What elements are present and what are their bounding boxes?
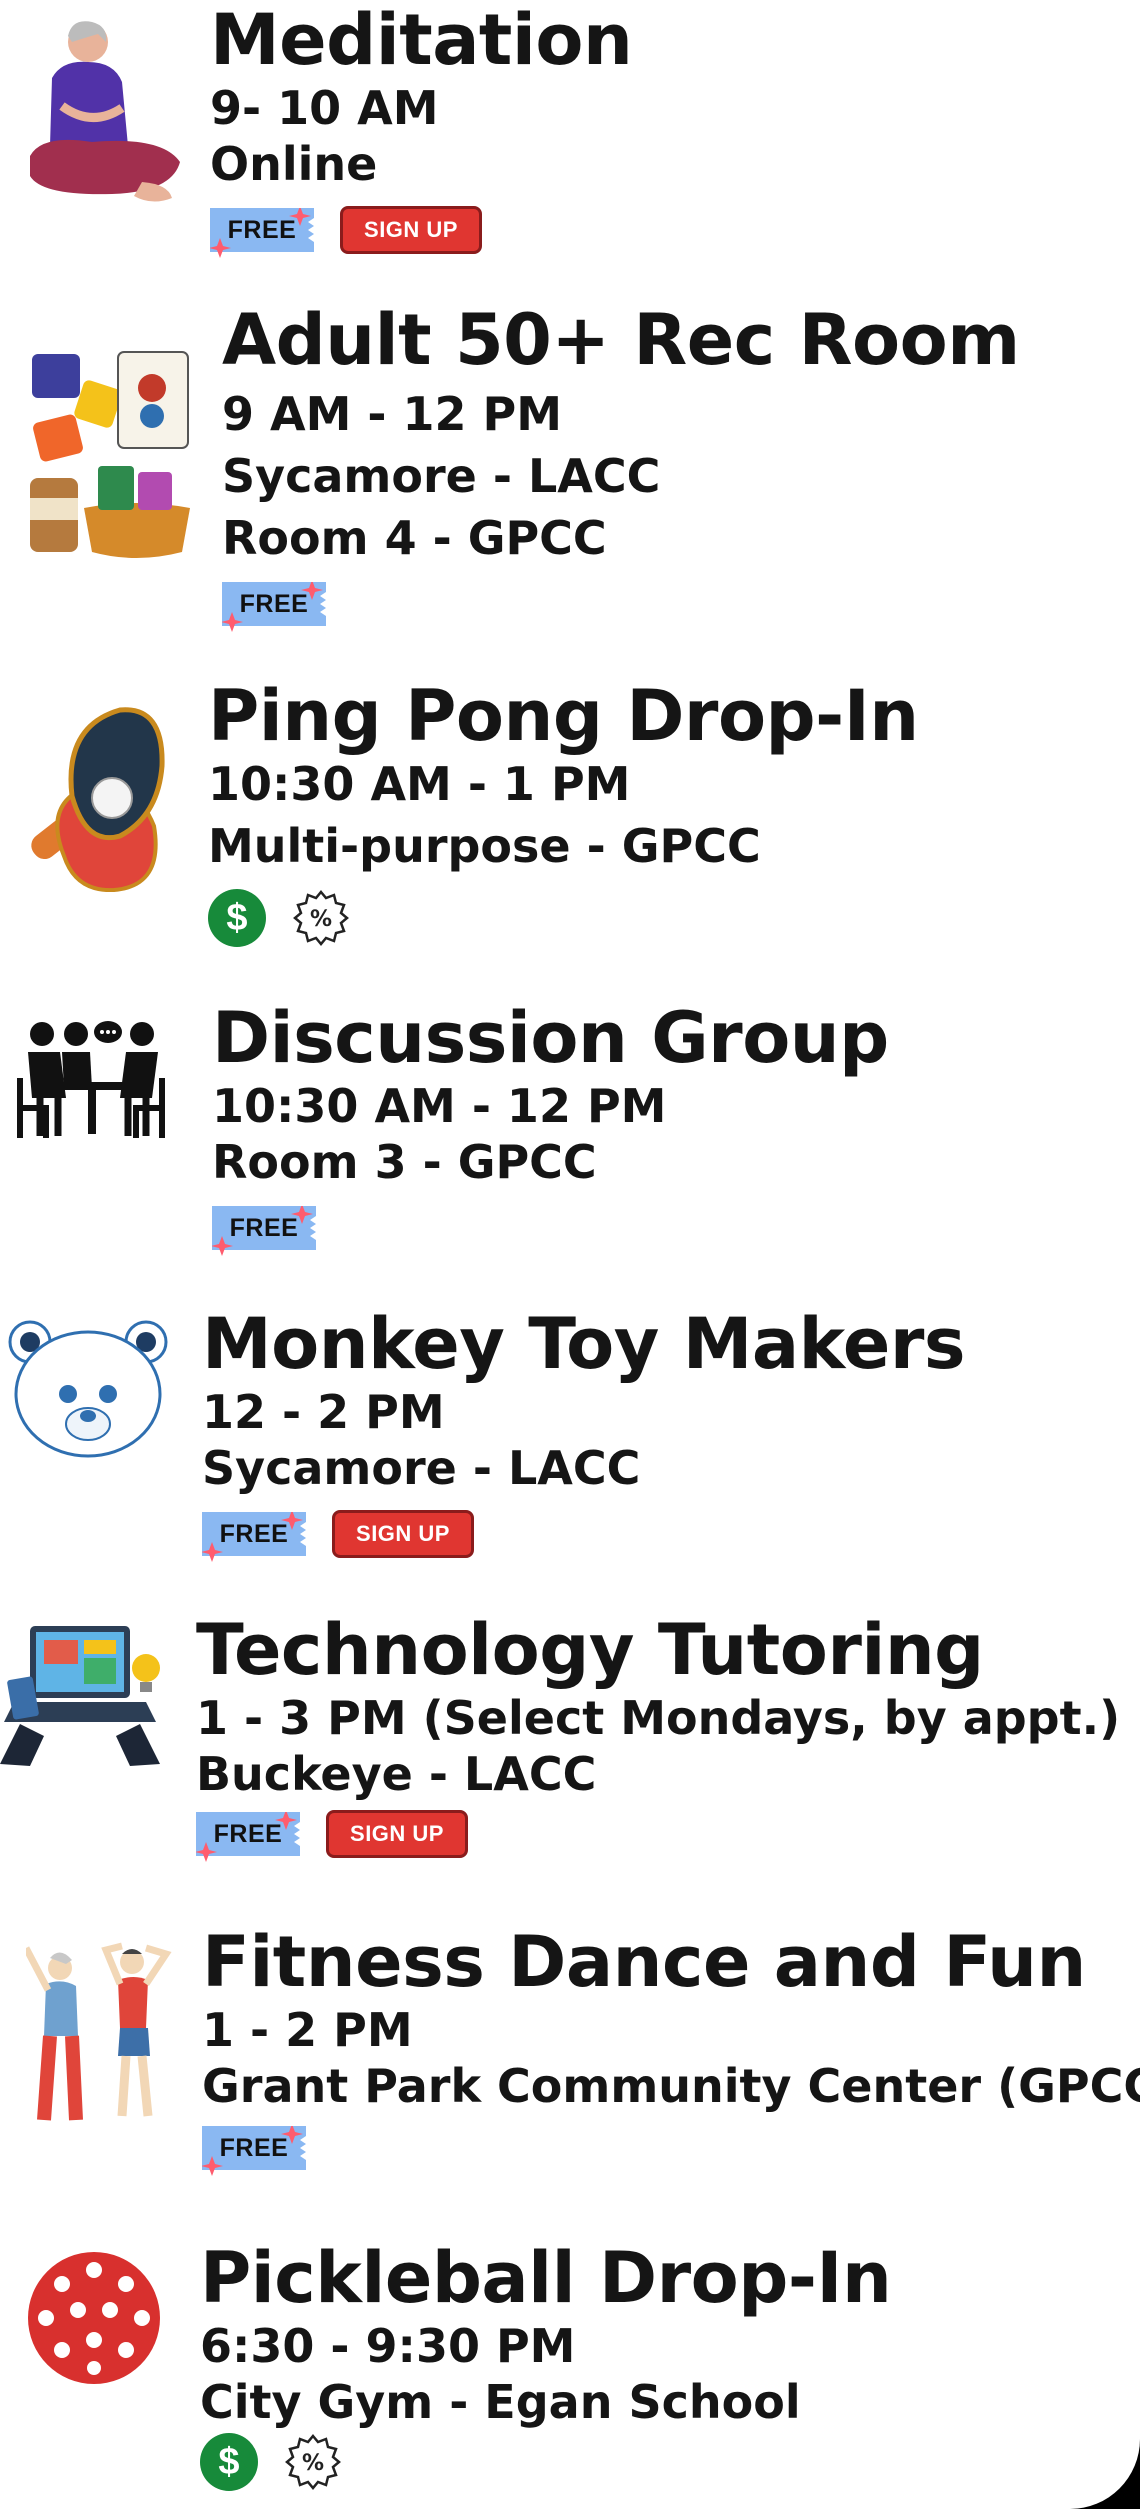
event-title: Fitness Dance and Fun	[202, 1921, 1086, 2003]
free-badge: FREE	[202, 2126, 306, 2176]
event-time: 6:30 - 9:30 PM	[200, 2319, 576, 2373]
dance-icon	[26, 1942, 172, 2121]
event-time: 1 - 3 PM (Select Mondays, by appt.)	[196, 1691, 1121, 1745]
sign-up-button[interactable]: SIGN UP	[332, 1510, 474, 1558]
free-badge: FREE	[210, 208, 314, 258]
free-label: FREE	[227, 216, 297, 244]
event-location: Room 4 - GPCC	[222, 511, 607, 565]
badge-row: $ %	[200, 2433, 891, 2491]
event-title: Monkey Toy Makers	[202, 1303, 966, 1385]
pickleball-icon	[28, 2252, 160, 2384]
free-badge: FREE	[212, 1206, 316, 1256]
event-title: Technology Tutoring	[196, 1609, 984, 1691]
event-text: Fitness Dance and Fun 1 - 2 PM Grant Par…	[202, 1922, 1140, 2176]
event-location: Sycamore - LACC	[202, 1441, 641, 1495]
event-title: Adult 50+ Rec Room	[222, 299, 1020, 381]
badge-row: FREE	[202, 2120, 1140, 2176]
event-location: Room 3 - GPCC	[212, 1135, 597, 1189]
free-label: FREE	[219, 2134, 289, 2162]
bear-icon	[8, 1320, 168, 1458]
meditation-icon	[30, 21, 180, 202]
free-badge: FREE	[196, 1812, 300, 1862]
event-title: Pickleball Drop-In	[200, 2237, 892, 2319]
event-text: Adult 50+ Rec Room 9 AM - 12 PM Sycamore…	[222, 300, 1020, 632]
sign-up-button[interactable]: SIGN UP	[340, 206, 482, 254]
badge-row: FREE	[212, 1200, 889, 1256]
event-location: City Gym - Egan School	[200, 2375, 801, 2429]
ping-pong-icon	[31, 707, 165, 892]
free-label: FREE	[239, 590, 309, 618]
event-time: 9- 10 AM	[210, 81, 439, 135]
event-time: 1 - 2 PM	[202, 2003, 413, 2057]
free-label: FREE	[213, 1820, 283, 1848]
event-text: Technology Tutoring 1 - 3 PM (Select Mon…	[196, 1610, 1120, 1862]
event-text: Ping Pong Drop-In 10:30 AM - 1 PM Multi-…	[208, 675, 919, 947]
event-time: 10:30 AM - 1 PM	[208, 757, 631, 811]
discussion-icon	[17, 1021, 165, 1138]
discount-badge-icon: %	[285, 2434, 341, 2490]
fee-badge: $	[208, 889, 266, 947]
event-location: Sycamore - LACC	[222, 449, 661, 503]
event-location: Grant Park Community Center (GPCC)	[202, 2059, 1140, 2113]
games-icon	[30, 351, 190, 558]
free-badge: FREE	[202, 1512, 306, 1562]
event-location: Multi-purpose - GPCC	[208, 819, 761, 873]
discount-badge-icon: %	[293, 890, 349, 946]
sign-up-button[interactable]: SIGN UP	[326, 1810, 468, 1858]
fee-badge: $	[200, 2433, 258, 2491]
discount-symbol: %	[302, 2451, 324, 2476]
event-text: Monkey Toy Makers 12 - 2 PM Sycamore - L…	[202, 1303, 966, 1562]
free-label: FREE	[229, 1214, 299, 1242]
event-location: Buckeye - LACC	[196, 1747, 597, 1801]
event-text: Discussion Group 10:30 AM - 12 PM Room 3…	[212, 998, 889, 1256]
schedule-page: Meditation 9- 10 AM Online FREE SIGN UP	[0, 0, 1140, 2509]
event-title: Meditation	[210, 0, 633, 81]
free-label: FREE	[219, 1520, 289, 1548]
event-time: 10:30 AM - 12 PM	[212, 1079, 667, 1133]
badge-row: $ %	[208, 889, 919, 947]
event-location: Online	[210, 137, 378, 191]
discount-symbol: %	[310, 907, 332, 932]
laptop-icon	[0, 1626, 160, 1766]
badge-row: FREE SIGN UP	[196, 1806, 1120, 1862]
free-badge: FREE	[222, 582, 326, 632]
badge-row: FREE SIGN UP	[210, 202, 632, 258]
badge-row: FREE SIGN UP	[202, 1506, 965, 1562]
event-text: Pickleball Drop-In 6:30 - 9:30 PM City G…	[200, 2237, 892, 2491]
event-title: Discussion Group	[212, 997, 889, 1079]
event-time: 12 - 2 PM	[202, 1385, 445, 1439]
event-time: 9 AM - 12 PM	[222, 387, 563, 441]
event-title: Ping Pong Drop-In	[208, 675, 919, 757]
event-text: Meditation 9- 10 AM Online FREE SIGN UP	[210, 0, 633, 258]
badge-row: FREE	[222, 576, 1020, 632]
